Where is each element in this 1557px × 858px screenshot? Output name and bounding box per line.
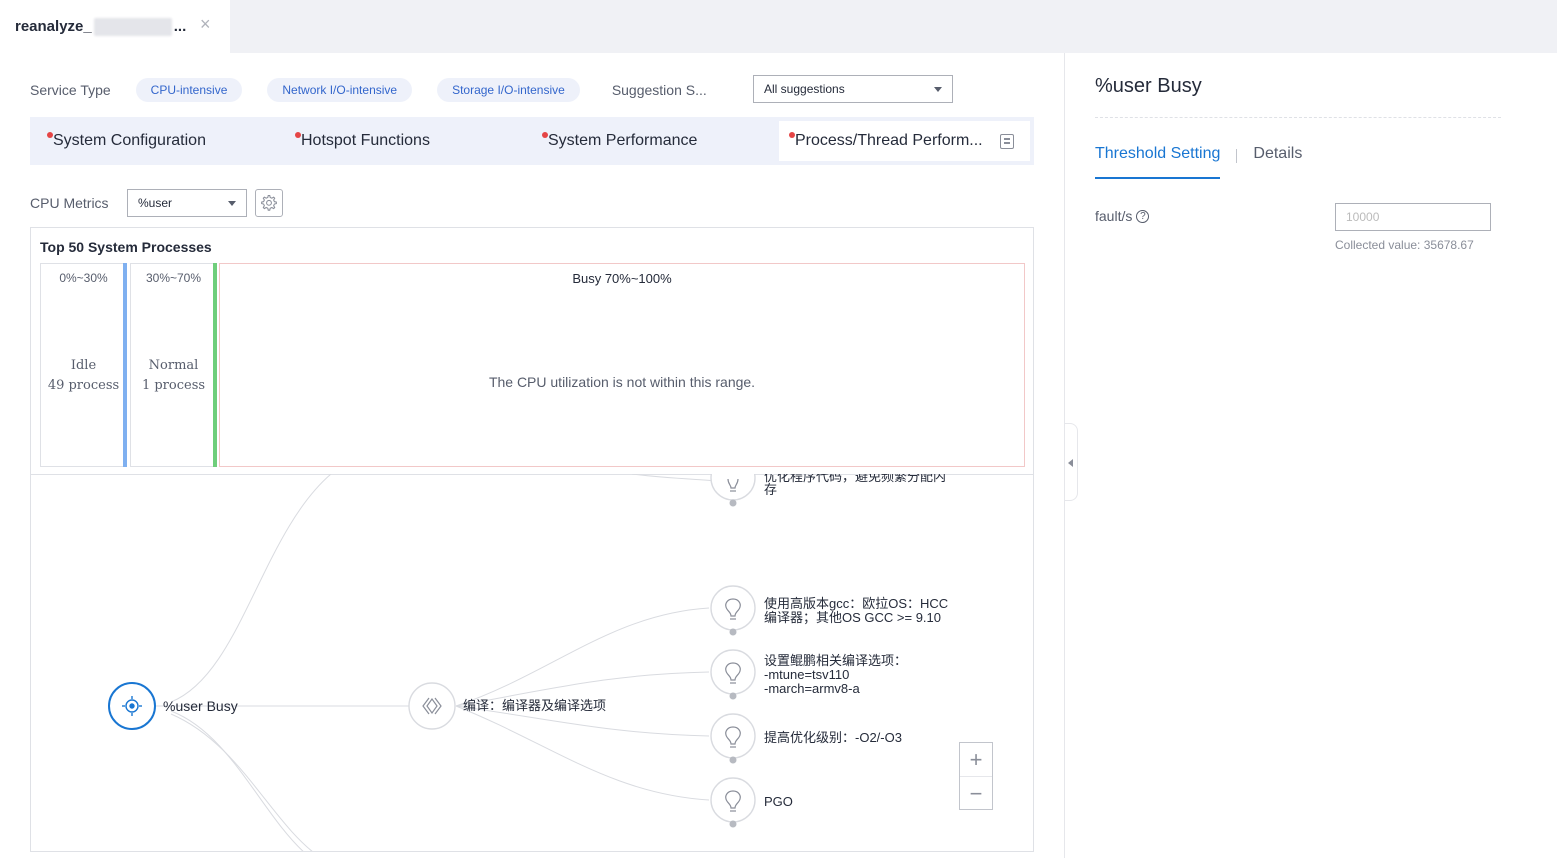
bucket-idle-summary: Idle 49 process [41, 356, 126, 396]
bucket-busy-message: The CPU utilization is not within this r… [488, 374, 756, 390]
detail-title: %user Busy [1095, 75, 1202, 97]
bucket-idle[interactable]: 0%~30% Idle 49 process [40, 263, 127, 467]
tab-process-thread-performance[interactable]: Process/Thread Perform... [779, 121, 1030, 161]
gcc-node-label-line2: 编译器；其他OS GCC >= 9.10 [764, 610, 941, 625]
tab-hotspot-functions[interactable]: Hotspot Functions [278, 121, 526, 161]
suggestion-tree[interactable]: %user Busy 编译：编译器及编译选项 优化程序代码，避免频繁分配内 存 … [30, 474, 1034, 852]
red-dot-badge [789, 132, 795, 138]
bulb-node-top[interactable] [710, 474, 756, 507]
bucket-normal-range: 30%~70% [145, 271, 202, 285]
tab-label: Hotspot Functions [301, 132, 430, 149]
top-processes-panel: Top 50 System Processes 0%~30% Idle 49 p… [30, 227, 1034, 475]
tab-divider [1236, 149, 1238, 163]
red-dot-badge [47, 132, 53, 138]
cpu-metrics-value: %user [138, 196, 173, 210]
zoom-out-button[interactable]: − [960, 777, 992, 811]
bucket-normal[interactable]: 30%~70% Normal 1 process [130, 263, 217, 467]
fault-threshold-input[interactable] [1335, 203, 1491, 231]
bucket-busy[interactable]: Busy 70%~100% The CPU utilization is not… [219, 263, 1025, 467]
root-node-label: %user Busy [163, 698, 238, 714]
bulb-node-opt-level[interactable] [710, 713, 756, 764]
top-node-label-line1: 优化程序代码，避免频繁分配内 [764, 474, 947, 484]
tab-label: System Performance [548, 132, 698, 149]
fault-label-row: fault/s ? [1095, 208, 1150, 224]
pgo-node-label: PGO [764, 794, 793, 809]
fault-label: fault/s [1095, 208, 1133, 224]
bucket-idle-bar [123, 263, 127, 467]
opt-level-node-label: 提高优化级别：-O2/-O3 [764, 730, 902, 745]
gear-icon [261, 194, 277, 211]
cpu-metrics-select[interactable]: %user [127, 189, 247, 217]
kunpeng-node-label: 设置鲲鹏相关编译选项： -mtune=tsv110 -march=armv8-a [764, 654, 907, 696]
detail-panel: %user Busy Threshold Setting Details fau… [1064, 53, 1557, 858]
help-icon[interactable]: ? [1136, 209, 1150, 223]
red-dot-badge [542, 132, 548, 138]
bucket-normal-name: Normal [148, 358, 199, 373]
bulb-node-kunpeng[interactable] [710, 649, 756, 700]
analysis-pane: Service Type CPU-intensive Network I/O-i… [0, 53, 1064, 858]
service-type-label: Service Type [30, 82, 111, 98]
tab-system-configuration[interactable]: System Configuration [30, 121, 278, 161]
tab-threshold-setting[interactable]: Threshold Setting [1095, 145, 1221, 179]
service-cpu-intensive[interactable]: CPU-intensive [135, 78, 243, 102]
gcc-node-label: 使用高版本gcc：欧拉OS：HCC 编译器；其他OS GCC >= 9.10 [764, 597, 948, 625]
bucket-normal-summary: Normal 1 process [131, 356, 216, 396]
kunpeng-node-label-line3: -march=armv8-a [764, 681, 860, 696]
tab-details[interactable]: Details [1253, 145, 1302, 179]
collected-value: Collected value: 35678.67 [1335, 238, 1474, 252]
bucket-idle-name: Idle [70, 358, 97, 373]
edge-root-up [170, 474, 332, 703]
chevron-down-icon [934, 87, 942, 92]
category-tabs: System Configuration Hotspot Functions S… [30, 117, 1034, 165]
top-node-label: 优化程序代码，避免频繁分配内 存 [764, 474, 946, 496]
tab-reanalyze[interactable]: reanalyze_ ... × [0, 0, 230, 53]
suggestion-select[interactable]: All suggestions [753, 75, 953, 103]
suggestion-label: Suggestion S... [611, 82, 707, 98]
bulb-node-gcc[interactable] [710, 585, 756, 636]
gcc-node-label-line1: 使用高版本gcc：欧拉OS：HCC [764, 596, 949, 611]
compile-node-label: 编译：编译器及编译选项 [463, 698, 607, 713]
chevron-down-icon [228, 201, 236, 206]
cpu-metrics-row: CPU Metrics [30, 189, 109, 217]
document-icon[interactable] [1000, 134, 1014, 149]
close-icon[interactable]: × [200, 14, 211, 35]
bulb-node-pgo[interactable] [710, 777, 756, 828]
zoom-in-button[interactable]: + [960, 743, 992, 777]
bucket-idle-count: 49 process [47, 378, 120, 393]
suggestion-select-value: All suggestions [764, 82, 845, 96]
tab-title: reanalyze_ [15, 18, 92, 35]
root-node[interactable] [108, 682, 156, 730]
tab-label: Process/Thread Perform... [795, 132, 983, 149]
service-storage-io-intensive[interactable]: Storage I/O-intensive [437, 78, 580, 102]
detail-tabs: Threshold Setting Details [1095, 145, 1302, 179]
divider [1095, 117, 1501, 118]
edge-compile-gcc [455, 607, 710, 707]
tab-title-ellipsis: ... [173, 18, 187, 35]
bucket-normal-count: 1 process [141, 378, 206, 393]
bucket-idle-range: 0%~30% [59, 271, 108, 285]
tab-label: System Configuration [53, 132, 206, 149]
red-dot-badge [295, 132, 301, 138]
service-network-io-intensive[interactable]: Network I/O-intensive [267, 78, 413, 102]
zoom-control: + − [959, 742, 993, 810]
tab-system-performance[interactable]: System Performance [526, 121, 774, 161]
edge-compile-pgo [455, 705, 710, 801]
compile-node[interactable] [408, 682, 456, 730]
edge-root-down-1 [170, 710, 304, 851]
tab-bar: reanalyze_ ... × [0, 0, 1557, 53]
bucket-busy-range: Busy 70%~100% [572, 271, 672, 286]
kunpeng-node-label-line2: -mtune=tsv110 [764, 667, 850, 682]
settings-button[interactable] [255, 189, 283, 217]
top-node-label-line2: 存 [764, 482, 778, 497]
edge-root-down-2 [170, 713, 313, 851]
tab-redacted-name [93, 17, 172, 36]
bucket-normal-bar [213, 263, 217, 467]
top-processes-title: Top 50 System Processes [40, 239, 212, 255]
cpu-metrics-label: CPU Metrics [30, 195, 109, 211]
service-type-row: Service Type CPU-intensive Network I/O-i… [30, 76, 707, 104]
kunpeng-node-label-line1: 设置鲲鹏相关编译选项： [764, 653, 908, 668]
